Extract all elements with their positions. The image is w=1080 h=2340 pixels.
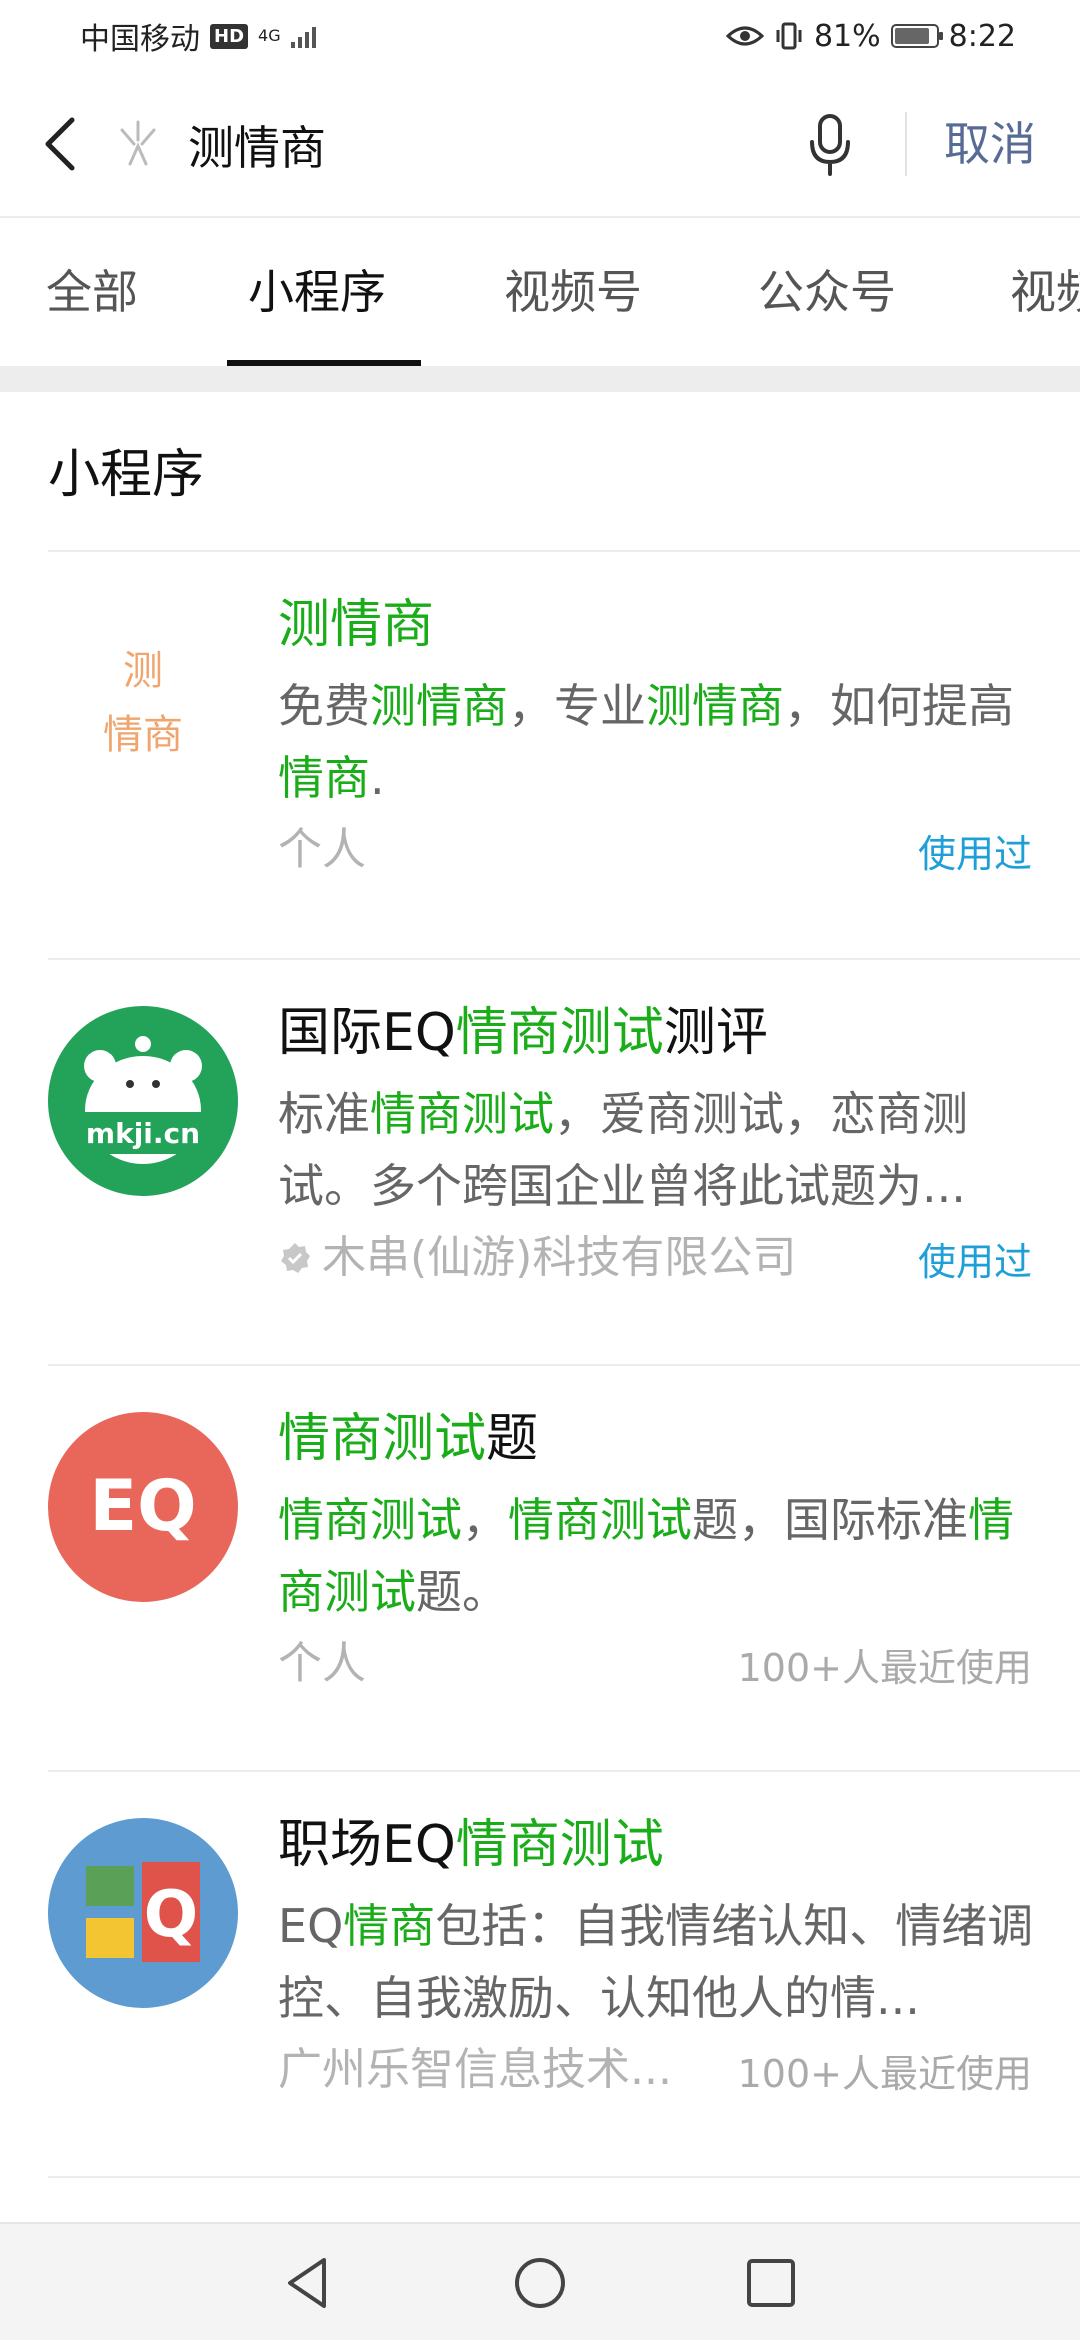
result-2-title: 情商测试题	[278, 1404, 538, 1474]
rich: 情商测试，情商测试题，国际标准情商测试题。	[278, 1493, 1014, 1619]
highlighted-keyword: 情商测试	[455, 1003, 664, 1063]
highlighted-keyword: 测情商	[278, 595, 435, 655]
result-1-icon-text: mkji.cn	[86, 1117, 200, 1150]
text-segment: .	[370, 751, 385, 805]
result-3-owner-label: 广州乐智信息技术...	[278, 2044, 672, 2095]
battery-percent: 81%	[813, 18, 881, 54]
tab-channels[interactable]: 视频号	[504, 262, 642, 322]
result-0-icon-text-line1: 测	[123, 648, 163, 694]
highlighted-keyword: 情商	[343, 1899, 436, 1953]
highlighted-keyword: 情商测试	[370, 1087, 554, 1141]
system-navigation-bar	[0, 2222, 1080, 2340]
result-item-0[interactable]: 测 情商 测情商 免费测情商，专业测情商，如何提高情商. 个人 使用过	[0, 552, 1080, 956]
network-type: 4G	[258, 26, 281, 45]
network-label: 4G	[258, 26, 281, 45]
rich: EQ情商包括：自我情绪认知、情绪调控、自我激励、认知他人的情...	[278, 1899, 1033, 2025]
result-item-2[interactable]: EQ 情商测试题 情商测试，情商测试题，国际标准情商测试题。 个人 100+人最…	[0, 1366, 1080, 1770]
result-2-app-icon: EQ	[48, 1412, 238, 1602]
result-1-owner-label: 木串(仙游)科技有限公司	[322, 1232, 797, 1283]
rich: 标准情商测试，爱商测试，恋商测试。多个跨国企业曾将此试题为...	[278, 1087, 968, 1213]
highlighted-keyword: 情商测试	[508, 1493, 692, 1547]
rich: 职场EQ情商测试	[278, 1815, 664, 1875]
result-3-description: EQ情商包括：自我情绪认知、情绪调控、自我激励、认知他人的情...	[278, 1890, 1036, 2034]
result-2-usage-badge: 100+人最近使用	[737, 1646, 1032, 1690]
section-separator	[0, 366, 1080, 392]
result-0-owner-label: 个人	[278, 824, 366, 875]
tab-official-accounts[interactable]: 公众号	[758, 262, 896, 322]
result-3-owner: 广州乐智信息技术...	[278, 2040, 672, 2100]
result-item-3[interactable]: Q 职场EQ情商测试 EQ情商包括：自我情绪认知、情绪调控、自我激励、认知他人的…	[0, 1772, 1080, 2176]
result-0-app-icon: 测 情商	[48, 598, 238, 788]
result-1-owner: 木串(仙游)科技有限公司	[278, 1228, 796, 1288]
text-segment: 国际EQ	[278, 1003, 456, 1063]
text-segment: ，专业	[508, 679, 646, 733]
hd-icon: HD	[210, 23, 249, 49]
search-input[interactable]	[188, 110, 778, 180]
text-segment: 标准	[278, 1087, 370, 1141]
cancel-button[interactable]: 取消	[944, 114, 1036, 174]
tab-mini-programs[interactable]: 小程序	[248, 262, 386, 322]
signal-icon	[290, 24, 316, 48]
text-segment: ，	[462, 1493, 508, 1547]
result-1-description: 标准情商测试，爱商测试，恋商测试。多个跨国企业曾将此试题为...	[278, 1078, 1036, 1222]
result-2-icon-text: EQ	[89, 1465, 196, 1547]
text-segment: ，如何提高	[784, 679, 1014, 733]
text-segment: 题	[486, 1409, 539, 1469]
text-segment: 题。	[416, 1565, 508, 1619]
result-3-icon-text: Q	[144, 1878, 198, 1952]
status-right: 81% 8:22	[725, 18, 1016, 54]
status-bar: 中国移动 HD 4G 81% 8:22	[0, 0, 1080, 72]
result-1-title: 国际EQ情商测试测评	[278, 998, 768, 1068]
rich: 免费测情商，专业测情商，如何提高情商.	[278, 679, 1014, 805]
back-arrow-icon[interactable]	[36, 114, 86, 174]
nav-back-icon[interactable]	[280, 2254, 338, 2312]
rich: 情商测试题	[278, 1409, 538, 1469]
result-2-owner-label: 个人	[278, 1638, 366, 1689]
result-0-title: 测情商	[278, 590, 434, 660]
result-1-usage-badge: 使用过	[917, 1240, 1032, 1284]
tab-videos[interactable]: 视频	[1010, 262, 1080, 322]
search-header: 取消	[0, 72, 1080, 216]
divider	[48, 2176, 1080, 2178]
rich: 国际EQ情商测试测评	[278, 1003, 768, 1063]
nav-home-icon[interactable]	[511, 2254, 569, 2312]
result-2-description: 情商测试，情商测试题，国际标准情商测试题。	[278, 1484, 1036, 1628]
highlighted-keyword: 情商测试	[278, 1493, 462, 1547]
result-0-owner: 个人	[278, 820, 366, 880]
status-left: 中国移动 HD 4G	[80, 14, 316, 58]
highlighted-keyword: 测情商	[370, 679, 508, 733]
text-segment: EQ	[278, 1899, 344, 1953]
text-segment: 题，国际标准	[692, 1493, 968, 1547]
result-3-title: 职场EQ情商测试	[278, 1810, 664, 1880]
tab-all[interactable]: 全部	[46, 262, 138, 322]
category-tabs: 全部 小程序 视频号 公众号 视频	[0, 216, 1080, 366]
result-0-description: 免费测情商，专业测情商，如何提高情商.	[278, 670, 1036, 814]
carrier-name: 中国移动	[80, 22, 200, 57]
text-segment: 测评	[663, 1003, 768, 1063]
eye-icon	[725, 26, 764, 46]
clock: 8:22	[948, 18, 1016, 54]
highlighted-keyword: 情商测试	[278, 1409, 487, 1469]
text-segment: 免费	[278, 679, 370, 733]
text-segment: 职场EQ	[278, 1815, 456, 1875]
result-2-owner: 个人	[278, 1634, 366, 1694]
result-3-app-icon: Q	[48, 1818, 238, 2008]
rich: 测情商	[278, 595, 434, 655]
verified-icon	[281, 1243, 310, 1273]
highlighted-keyword: 情商测试	[455, 1815, 664, 1875]
vibrate-icon	[776, 22, 802, 50]
header-divider	[905, 112, 907, 176]
result-3-usage-badge: 100+人最近使用	[737, 2052, 1032, 2096]
section-title: 小程序	[48, 445, 205, 505]
microphone-icon[interactable]	[806, 112, 854, 178]
highlighted-keyword: 测情商	[646, 679, 784, 733]
result-0-icon-text-line2: 情商	[103, 712, 183, 758]
battery-icon	[890, 24, 943, 48]
result-0-usage-badge: 使用过	[917, 832, 1032, 876]
highlighted-keyword: 情商	[278, 751, 370, 805]
nav-recents-icon[interactable]	[742, 2254, 800, 2312]
search-type-icon	[120, 120, 156, 166]
result-1-app-icon: mkji.cn	[48, 1006, 238, 1196]
result-item-1[interactable]: mkji.cn 国际EQ情商测试测评 标准情商测试，爱商测试，恋商测试。多个跨国…	[0, 960, 1080, 1364]
